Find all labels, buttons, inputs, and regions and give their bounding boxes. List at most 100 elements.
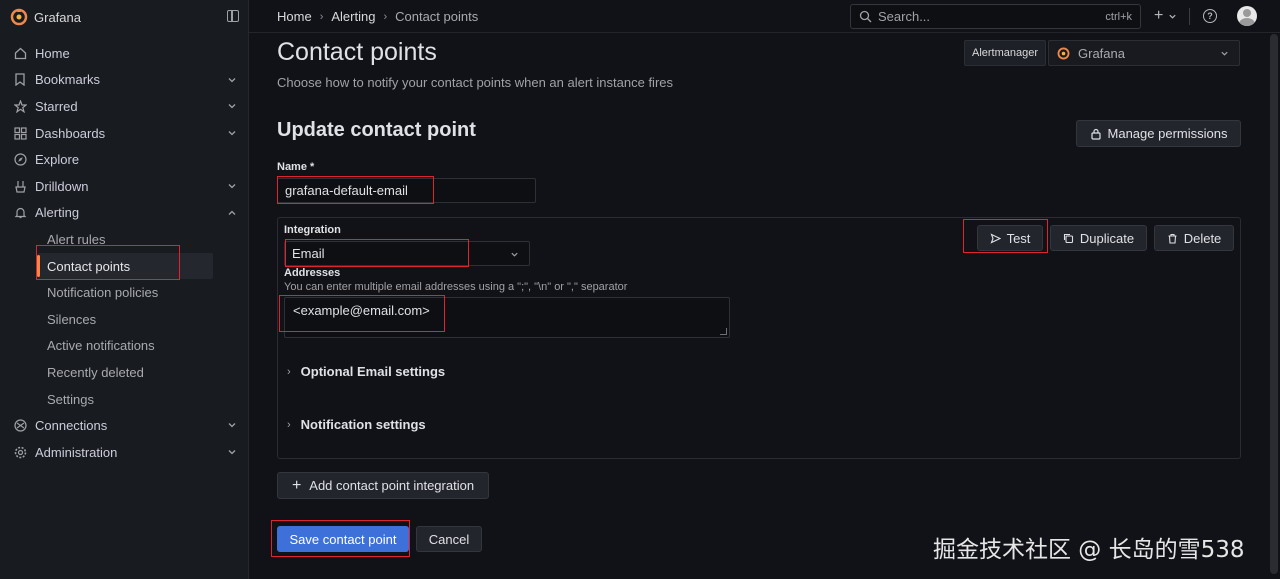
addresses-label: Addresses bbox=[284, 267, 341, 279]
sidebar-item-dashboards[interactable]: Dashboards bbox=[0, 120, 249, 147]
chevron-down-icon[interactable] bbox=[1168, 12, 1177, 21]
dock-menu-icon[interactable] bbox=[227, 10, 239, 22]
lock-icon bbox=[1090, 128, 1101, 140]
addresses-field[interactable]: <example@email.com> bbox=[284, 297, 730, 338]
sidebar-item-contact-points[interactable]: Contact points bbox=[37, 252, 213, 280]
name-field[interactable]: grafana-default-email bbox=[277, 178, 536, 203]
nav-menu: Home Bookmarks Starred Dashboards Explor… bbox=[0, 40, 249, 466]
help-icon[interactable]: ? bbox=[1203, 9, 1217, 23]
breadcrumb-contact-points: Contact points bbox=[395, 9, 479, 24]
addresses-help: You can enter multiple email addresses u… bbox=[284, 281, 628, 293]
name-value: grafana-default-email bbox=[285, 183, 408, 198]
integration-select[interactable]: Email bbox=[284, 241, 530, 266]
sidebar-item-label: Home bbox=[35, 45, 70, 61]
sidebar-item-alerting[interactable]: Alerting bbox=[0, 200, 249, 227]
sidebar-item-connections[interactable]: Connections bbox=[0, 412, 249, 439]
search-placeholder: Search... bbox=[878, 9, 931, 24]
brand[interactable]: Grafana bbox=[10, 7, 81, 27]
chevron-right-icon: › bbox=[319, 10, 324, 23]
grafana-logo-icon bbox=[10, 8, 28, 26]
delete-button[interactable]: Delete bbox=[1154, 225, 1234, 251]
scrollbar[interactable] bbox=[1270, 34, 1278, 574]
sidebar-subitem-label: Silences bbox=[47, 311, 97, 327]
send-icon bbox=[990, 232, 1001, 244]
sidebar-item-notification-policies[interactable]: Notification policies bbox=[0, 279, 249, 306]
test-button[interactable]: Test bbox=[977, 225, 1043, 251]
chevron-down-icon bbox=[511, 252, 518, 257]
name-label: Name * bbox=[277, 161, 315, 173]
alertmanager-label: Alertmanager bbox=[964, 40, 1047, 66]
delete-label: Delete bbox=[1183, 230, 1222, 246]
breadcrumb-home[interactable]: Home bbox=[277, 9, 312, 24]
sidebar-subitem-label: Active notifications bbox=[47, 338, 155, 354]
sidebar-item-label: Explore bbox=[35, 152, 80, 168]
grafana-logo-icon bbox=[1057, 47, 1070, 59]
cancel-button[interactable]: Cancel bbox=[416, 526, 482, 552]
cancel-label: Cancel bbox=[428, 531, 470, 547]
chevron-down-icon[interactable] bbox=[227, 420, 237, 430]
sidebar-item-label: Drilldown bbox=[35, 178, 89, 194]
sidebar-subitem-label: Settings bbox=[47, 391, 94, 407]
chevron-down-icon[interactable] bbox=[227, 128, 237, 138]
sidebar-item-starred[interactable]: Starred bbox=[0, 93, 249, 120]
cog-icon bbox=[13, 445, 27, 459]
sidebar-item-drilldown[interactable]: Drilldown bbox=[0, 173, 249, 200]
apps-icon bbox=[13, 126, 27, 140]
sidebar-item-bookmarks[interactable]: Bookmarks bbox=[0, 67, 249, 94]
chevron-down-icon[interactable] bbox=[227, 75, 237, 85]
optional-email-settings-toggle[interactable]: › Optional Email settings bbox=[287, 364, 445, 379]
chevron-down-icon[interactable] bbox=[227, 181, 237, 191]
trash-icon bbox=[1168, 233, 1177, 244]
optional-email-settings-label: Optional Email settings bbox=[300, 364, 446, 379]
chevron-right-icon: › bbox=[287, 365, 291, 378]
chevron-down-icon[interactable] bbox=[227, 101, 237, 111]
sidebar-item-home[interactable]: Home bbox=[0, 40, 249, 67]
chevron-down-icon bbox=[1221, 51, 1228, 56]
connections-icon bbox=[13, 419, 27, 433]
notification-settings-toggle[interactable]: › Notification settings bbox=[287, 417, 426, 432]
sidebar-item-explore[interactable]: Explore bbox=[0, 146, 249, 173]
avatar[interactable] bbox=[1237, 6, 1257, 26]
chevron-down-icon[interactable] bbox=[227, 447, 237, 457]
alertmanager-value: Grafana bbox=[1078, 45, 1125, 61]
chevron-up-icon[interactable] bbox=[227, 208, 237, 218]
watermark: 掘金技术社区 @ 长岛的雪538 bbox=[933, 537, 1245, 563]
add-new-icon[interactable]: + bbox=[1154, 8, 1163, 24]
save-button[interactable]: Save contact point bbox=[277, 526, 409, 552]
sidebar-item-administration[interactable]: Administration bbox=[0, 439, 249, 466]
save-label: Save contact point bbox=[289, 531, 397, 547]
plus-icon: + bbox=[291, 476, 302, 494]
top-bar: Home › Alerting › Contact points Search.… bbox=[249, 0, 1280, 33]
brand-name: Grafana bbox=[34, 9, 81, 25]
sidebar-item-settings[interactable]: Settings bbox=[0, 386, 249, 413]
compass-icon bbox=[13, 153, 27, 167]
manage-permissions-label: Manage permissions bbox=[1107, 126, 1228, 141]
sidebar-subitem-label: Recently deleted bbox=[47, 364, 144, 380]
add-integration-button[interactable]: + Add contact point integration bbox=[277, 472, 489, 499]
sidebar-item-label: Administration bbox=[35, 444, 118, 460]
search-input[interactable]: Search... ctrl+k bbox=[850, 4, 1141, 29]
search-icon bbox=[859, 10, 872, 23]
bookmark-icon bbox=[13, 73, 27, 87]
page-title: Contact points bbox=[277, 38, 437, 66]
sidebar-item-alert-rules[interactable]: Alert rules bbox=[0, 226, 249, 253]
manage-permissions-button[interactable]: Manage permissions bbox=[1076, 120, 1241, 147]
drilldown-icon bbox=[13, 179, 27, 193]
breadcrumb-alerting[interactable]: Alerting bbox=[331, 9, 375, 24]
search-shortcut: ctrl+k bbox=[1105, 10, 1132, 23]
alertmanager-select[interactable]: Grafana bbox=[1048, 40, 1240, 66]
notification-settings-label: Notification settings bbox=[300, 417, 426, 432]
copy-icon bbox=[1063, 233, 1073, 243]
test-label: Test bbox=[1006, 230, 1031, 246]
breadcrumb: Home › Alerting › Contact points bbox=[277, 9, 478, 24]
duplicate-button[interactable]: Duplicate bbox=[1050, 225, 1147, 251]
integration-label: Integration bbox=[284, 224, 341, 236]
star-icon bbox=[13, 99, 27, 113]
sidebar-item-label: Starred bbox=[35, 98, 78, 114]
sidebar-item-silences[interactable]: Silences bbox=[0, 306, 249, 333]
sidebar-item-label: Alerting bbox=[35, 205, 80, 221]
sidebar-item-active-notifications[interactable]: Active notifications bbox=[0, 333, 249, 360]
sidebar-item-label: Dashboards bbox=[35, 125, 106, 141]
sidebar-item-recently-deleted[interactable]: Recently deleted bbox=[0, 359, 249, 386]
duplicate-label: Duplicate bbox=[1079, 230, 1135, 246]
